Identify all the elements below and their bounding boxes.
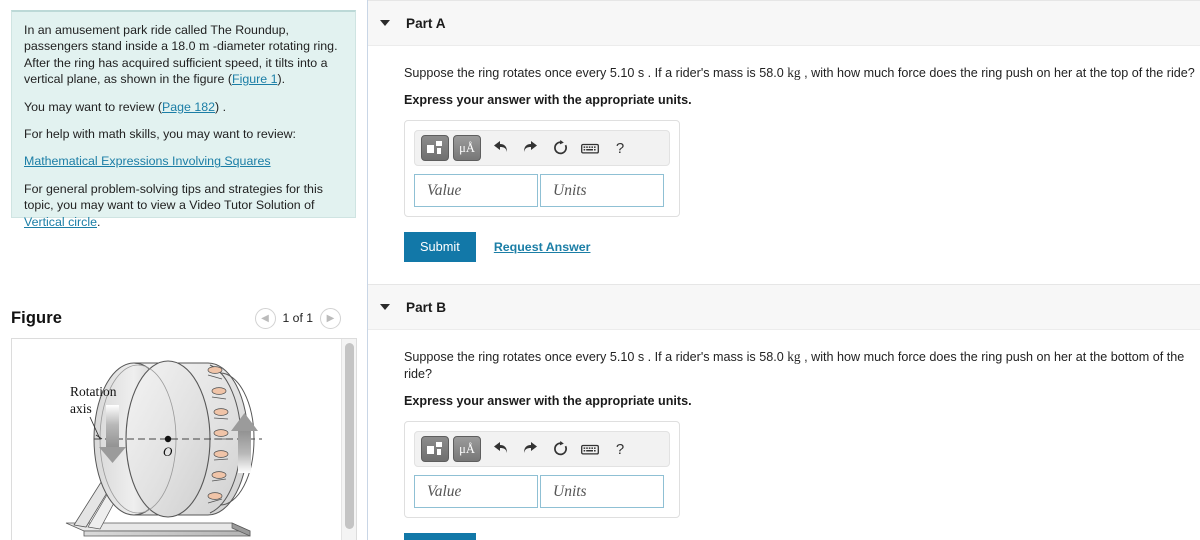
problem-statement-box: In an amusement park ride called The Rou… bbox=[11, 10, 356, 229]
answer-fields-a: Value Units bbox=[414, 174, 670, 207]
diameter-unit: m bbox=[198, 38, 210, 54]
undo-icon[interactable] bbox=[487, 436, 513, 462]
page-182-link[interactable]: Page 182 bbox=[162, 100, 215, 114]
figure-navigation: ◀ 1 of 1 ▶ bbox=[254, 307, 358, 329]
problem-text-2b: ) . bbox=[215, 99, 227, 114]
problem-text-4a: For general problem-solving tips and str… bbox=[24, 181, 323, 213]
chevron-left-icon[interactable]: ◀ bbox=[254, 307, 276, 329]
part-header-a[interactable]: Part A bbox=[368, 0, 1200, 46]
problem-paragraph-5: For general problem-solving tips and str… bbox=[24, 181, 343, 230]
part-header-b[interactable]: Part B bbox=[368, 284, 1200, 330]
problem-paragraph-3: For help with math skills, you may want … bbox=[24, 127, 297, 142]
section-spacer-1 bbox=[368, 262, 1200, 284]
figure-scrollbar-thumb[interactable] bbox=[345, 343, 354, 529]
page-root: In an amusement park ride called The Rou… bbox=[0, 0, 1200, 540]
help-icon[interactable]: ? bbox=[607, 135, 633, 161]
answer-toolbar-a: μÅ ? bbox=[414, 130, 670, 166]
question-text-b-1: Suppose the ring rotates once every 5.10… bbox=[404, 350, 784, 364]
problem-text-4b: . bbox=[97, 214, 101, 229]
mass-unit-b: kg bbox=[787, 349, 801, 364]
right-column: Part A Suppose the ring rotates once eve… bbox=[368, 0, 1200, 540]
rotation-axis-label-line1: Rotation bbox=[70, 384, 117, 399]
part-actions-a: Submit Request Answer bbox=[404, 232, 1200, 262]
center-point-label: O bbox=[163, 444, 173, 459]
figure-1-link[interactable]: Figure 1 bbox=[232, 72, 277, 86]
figure-header: Figure ◀ 1 of 1 ▶ bbox=[0, 300, 368, 336]
left-column: In an amusement park ride called The Rou… bbox=[0, 0, 368, 540]
part-body-b: Suppose the ring rotates once every 5.10… bbox=[368, 330, 1200, 540]
submit-button-a[interactable]: Submit bbox=[404, 232, 476, 262]
units-input-a[interactable]: Units bbox=[540, 174, 664, 207]
figure-counter: 1 of 1 bbox=[282, 311, 314, 325]
redo-icon[interactable] bbox=[517, 436, 543, 462]
keyboard-icon[interactable] bbox=[577, 436, 603, 462]
help-icon[interactable]: ? bbox=[607, 436, 633, 462]
request-answer-link-a[interactable]: Request Answer bbox=[494, 240, 591, 254]
problem-text-1c: ). bbox=[277, 72, 286, 87]
answer-widget-b: μÅ ? Value Units bbox=[404, 421, 680, 518]
figure-image-panel: O Rotation axis bbox=[11, 338, 357, 540]
figure-title: Figure bbox=[11, 308, 63, 327]
math-template-icon[interactable] bbox=[421, 436, 449, 462]
part-body-a: Suppose the ring rotates once every 5.10… bbox=[368, 46, 1200, 262]
reset-icon[interactable] bbox=[547, 135, 573, 161]
rotation-axis-label-line2: axis bbox=[70, 401, 92, 416]
roundup-ride-illustration: O Rotation axis bbox=[65, 360, 262, 537]
answer-fields-b: Value Units bbox=[414, 475, 670, 508]
micro-angstrom-icon[interactable]: μÅ bbox=[453, 436, 481, 462]
math-template-icon[interactable] bbox=[421, 135, 449, 161]
chevron-right-icon[interactable]: ▶ bbox=[320, 307, 341, 329]
micro-angstrom-icon[interactable]: μÅ bbox=[453, 135, 481, 161]
question-text-b: Suppose the ring rotates once every 5.10… bbox=[404, 348, 1200, 383]
answer-toolbar-b: μÅ ? bbox=[414, 431, 670, 467]
problem-paragraph-4: Mathematical Expressions Involving Squar… bbox=[24, 153, 343, 169]
chevron-down-icon[interactable] bbox=[380, 304, 390, 310]
vertical-circle-link[interactable]: Vertical circle bbox=[24, 215, 97, 229]
value-input-b[interactable]: Value bbox=[414, 475, 538, 508]
chevron-down-icon[interactable] bbox=[380, 20, 390, 26]
mass-unit-a: kg bbox=[787, 65, 801, 80]
value-input-a[interactable]: Value bbox=[414, 174, 538, 207]
question-text-a-1: Suppose the ring rotates once every 5.10… bbox=[404, 66, 784, 80]
figure-scrollbar[interactable] bbox=[341, 339, 356, 540]
instruction-a: Express your answer with the appropriate… bbox=[404, 93, 692, 107]
keyboard-icon[interactable] bbox=[577, 135, 603, 161]
undo-icon[interactable] bbox=[487, 135, 513, 161]
part-label-b: Part B bbox=[406, 299, 447, 315]
answer-widget-a: μÅ ? Value Units bbox=[404, 120, 680, 217]
math-expressions-link[interactable]: Mathematical Expressions Involving Squar… bbox=[24, 153, 271, 169]
reset-icon[interactable] bbox=[547, 436, 573, 462]
question-text-a-2: , with how much force does the ring push… bbox=[804, 66, 1195, 80]
redo-icon[interactable] bbox=[517, 135, 543, 161]
problem-paragraph-1: In an amusement park ride called The Rou… bbox=[24, 22, 343, 88]
part-label-a: Part A bbox=[406, 15, 446, 31]
submit-button-b[interactable]: Submit bbox=[404, 533, 476, 540]
problem-paragraph-2: You may want to review (Page 182) . bbox=[24, 99, 343, 115]
instruction-b: Express your answer with the appropriate… bbox=[404, 394, 692, 408]
units-input-b[interactable]: Units bbox=[540, 475, 664, 508]
part-actions-b: Submit Request Answer bbox=[404, 533, 1200, 540]
question-text-a: Suppose the ring rotates once every 5.10… bbox=[404, 64, 1200, 82]
problem-text-2a: You may want to review ( bbox=[24, 99, 162, 114]
